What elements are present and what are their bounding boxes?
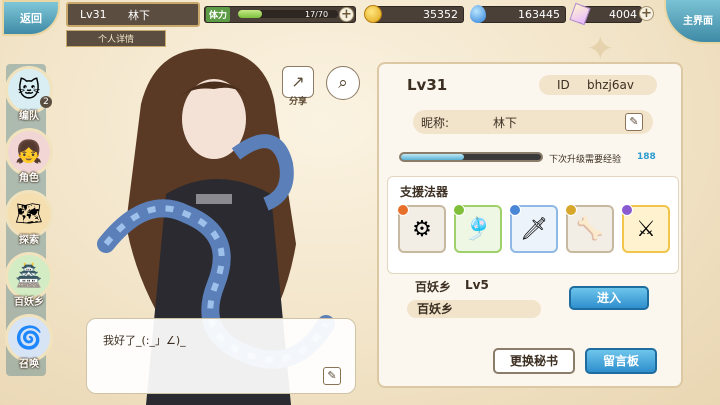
support-items-box: 支援法器 ⚙ 🎐 🗡 🦴 ⚔ [387, 176, 679, 274]
crystal-value: 4004 [609, 8, 637, 21]
edit-speech-button[interactable]: ✎ [323, 367, 341, 385]
message-board-button[interactable]: 留言板 [585, 348, 657, 374]
nav-item-explore[interactable]: 🗺 探索 [2, 190, 56, 246]
back-button[interactable]: 返回 [2, 0, 60, 36]
pencil-icon: ✎ [629, 115, 639, 128]
exp-value: 188 [637, 152, 656, 162]
gold-value: 35352 [423, 8, 458, 21]
spiked-bracelet-icon: ⚙ [412, 216, 432, 242]
add-stamina-button[interactable]: + [339, 7, 354, 22]
green-scarf-icon: 🎐 [464, 216, 492, 242]
nav-item-label: 编队 [19, 111, 39, 122]
element-badge [453, 204, 465, 216]
support-item-sword[interactable]: ⚔ [621, 204, 670, 253]
support-item-scarf[interactable]: 🎐 [453, 204, 502, 253]
speech-text: 我好了_(:_」∠)_ [103, 334, 186, 347]
support-item-bracelet[interactable]: ⚙ [397, 204, 446, 253]
element-badge [397, 204, 409, 216]
message-board-label: 留言板 [602, 354, 639, 368]
element-badge [621, 204, 633, 216]
home-button[interactable]: 主界面 [664, 0, 720, 44]
share-label: 分享 [288, 97, 307, 107]
home-button-label: 主界面 [683, 15, 713, 27]
nickname-pill: 昵称: 林下 [413, 110, 653, 134]
sparkle-decoration: ✦ [586, 29, 615, 69]
spirit-value: 163445 [518, 8, 560, 21]
nickname-label: 昵称: [421, 115, 450, 130]
team-badge: 2 [40, 96, 52, 108]
support-item-bones[interactable]: 🦴 [565, 204, 614, 253]
tab-label: 个人详情 [97, 35, 134, 45]
pencil-icon: ✎ [327, 369, 337, 382]
player-level-plate: Lv31 林下 [66, 2, 200, 27]
element-badge [509, 204, 521, 216]
nav-item-label: 百妖乡 [14, 297, 44, 308]
back-button-label: 返回 [20, 12, 42, 25]
enter-village-button[interactable]: 进入 [569, 286, 649, 310]
exp-bar [399, 152, 543, 162]
nav-item-label: 召唤 [19, 359, 39, 370]
village-level: Lv5 [465, 278, 489, 292]
enter-button-label: 进入 [596, 291, 621, 305]
exp-fill [401, 154, 464, 160]
bone-bundle-icon: 🦴 [576, 216, 604, 242]
support-item-blade[interactable]: 🗡 [509, 204, 558, 253]
nickname-value: 林下 [493, 115, 518, 130]
nav-item-summon[interactable]: 🌀 召唤 [2, 314, 56, 370]
id-value: bhzj6av [587, 78, 634, 92]
nav-item-team[interactable]: 🐱 编队 2 [2, 66, 56, 122]
gold-coin-icon [364, 5, 382, 23]
nav-item-village[interactable]: 🏯 百妖乡 [2, 252, 56, 308]
spirit-bar: 163445 [478, 6, 566, 23]
nav-item-label: 探索 [19, 235, 39, 246]
stamina-fill [238, 10, 263, 18]
nav-item-label: 角色 [19, 173, 39, 184]
speech-box: 我好了_(:_」∠)_ ✎ [86, 318, 356, 394]
blade-icon: 🗡 [520, 216, 548, 242]
profile-panel: Lv31 ID bhzj6av 昵称: 林下 ✎ 下次升级需要经验 188 支援… [377, 62, 683, 388]
add-crystal-button[interactable]: + [639, 6, 654, 21]
support-title: 支援法器 [400, 185, 449, 199]
nav-item-character[interactable]: 👧 角色 [2, 128, 56, 184]
id-pill: ID bhzj6av [539, 75, 657, 95]
share-icon: ↗ [291, 72, 305, 91]
edit-nickname-button[interactable]: ✎ [625, 113, 643, 131]
spirit-sword-icon: ⚔ [636, 216, 656, 242]
stamina-value: 17/70 [305, 10, 329, 19]
tab-personal-details[interactable]: 个人详情 [66, 30, 166, 47]
search-icon: ⌕ [338, 73, 348, 93]
profile-level: Lv31 [407, 76, 448, 94]
village-name: 百妖乡 [415, 280, 452, 294]
player-name: 林下 [128, 8, 150, 22]
change-secretary-button[interactable]: 更换秘书 [493, 348, 575, 374]
stamina-label: 体力 [206, 7, 231, 22]
profile-screen: ✦ ✦ ✦ 返回 Lv31 林下 个人详情 体力 17/70 + 35352 1… [0, 0, 720, 405]
change-secretary-label: 更换秘书 [509, 354, 558, 368]
id-label: ID [557, 78, 570, 92]
exp-label: 下次升级需要经验 [549, 155, 622, 165]
element-badge [565, 204, 577, 216]
player-level: Lv31 [80, 8, 107, 21]
spirit-drop-icon [470, 5, 486, 23]
village-pill: 百妖乡 [407, 300, 541, 318]
search-button[interactable]: ⌕ [326, 66, 360, 100]
gold-bar: 35352 [372, 6, 464, 23]
